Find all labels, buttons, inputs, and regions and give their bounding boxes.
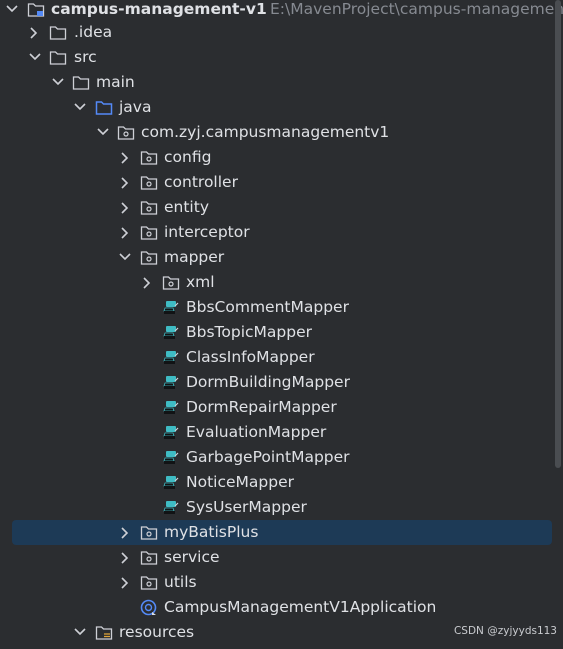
tree-label: GarbagePointMapper [186,448,350,466]
mybatis-mapper-icon [162,349,180,366]
tree-row-project-root[interactable]: campus-management-v1 E:\MavenProject\cam… [0,0,563,22]
tree-label: config [164,148,212,166]
tree-row-mapper-file[interactable]: GarbagePointMapper [0,445,563,470]
tree-row-main[interactable]: main [0,70,563,95]
tree-label: controller [164,173,238,191]
tree-label: xml [186,273,215,291]
tree-row-service[interactable]: service [0,545,563,570]
tree-row-mapper-file[interactable]: EvaluationMapper [0,420,563,445]
tree-row-mapper-file[interactable]: SysUserMapper [0,495,563,520]
package-icon [162,274,180,291]
tree-row-mybatisplus[interactable]: myBatisPlus [12,520,552,545]
tree-row-mapper-file[interactable]: BbsTopicMapper [0,320,563,345]
tree-row-mapper-file[interactable]: NoticeMapper [0,470,563,495]
chevron-down-icon[interactable] [117,245,133,270]
chevron-down-icon[interactable] [72,95,88,120]
tree-label: java [119,98,152,116]
watermark: CSDN @zyjyyds113 [453,625,557,637]
tree-label: BbsCommentMapper [186,298,349,316]
tree-row-mapper-file[interactable]: ClassInfoMapper [0,345,563,370]
tree-row-utils[interactable]: utils [0,570,563,595]
chevron-right-icon[interactable] [140,270,156,295]
tree-label: DormBuildingMapper [186,373,350,391]
tree-row-mapper-file[interactable]: DormBuildingMapper [0,370,563,395]
folder-icon [49,24,67,41]
project-tree: campus-management-v1 E:\MavenProject\cam… [0,0,563,643]
tree-row-java[interactable]: java [0,95,563,120]
module-folder-icon [27,1,45,18]
folder-icon [49,49,67,66]
tree-row-interceptor[interactable]: interceptor [0,220,563,245]
tree-row-application[interactable]: CampusManagementV1Application [0,595,563,620]
chevron-right-icon[interactable] [118,145,134,170]
tree-row-entity[interactable]: entity [0,195,563,220]
tree-label: mapper [164,248,225,266]
tree-row-mapper[interactable]: mapper [0,245,563,270]
tree-label: EvaluationMapper [186,423,327,441]
mybatis-mapper-icon [162,324,180,341]
tree-row-src[interactable]: src [0,45,563,70]
mybatis-mapper-icon [162,449,180,466]
mybatis-mapper-icon [162,399,180,416]
mybatis-mapper-icon [162,299,180,316]
package-icon [140,149,158,166]
project-path: E:\MavenProject\campus-managemen [270,0,563,18]
tree-label: src [74,48,97,66]
mybatis-mapper-icon [162,424,180,441]
chevron-right-icon[interactable] [118,545,134,570]
package-icon [140,224,158,241]
chevron-right-icon[interactable] [118,195,134,220]
package-icon [140,174,158,191]
tree-label: main [96,73,135,91]
chevron-right-icon[interactable] [118,570,134,595]
tree-label: interceptor [164,223,250,241]
vertical-scrollbar[interactable] [555,0,561,468]
resources-folder-icon [95,624,113,641]
tree-row-config[interactable]: config [0,145,563,170]
chevron-right-icon[interactable] [118,170,134,195]
tree-label: service [164,548,220,566]
package-icon [140,549,158,566]
tree-label: NoticeMapper [186,473,294,491]
tree-label: myBatisPlus [164,523,259,541]
chevron-down-icon[interactable] [72,620,88,645]
folder-icon [72,74,90,91]
tree-label: SysUserMapper [186,498,307,516]
project-name: campus-management-v1 [51,0,267,18]
chevron-right-icon[interactable] [118,220,134,245]
tree-label: com.zyj.campusmanagementv1 [141,123,390,141]
tree-row-package[interactable]: com.zyj.campusmanagementv1 [0,120,563,145]
mybatis-mapper-icon [162,374,180,391]
tree-label: CampusManagementV1Application [164,598,437,616]
chevron-down-icon[interactable] [27,45,43,70]
tree-row-mapper-file[interactable]: BbsCommentMapper [0,295,563,320]
tree-row-xml[interactable]: xml [0,270,563,295]
package-icon [140,574,158,591]
chevron-down-icon[interactable] [4,0,20,22]
tree-row-mapper-file[interactable]: DormRepairMapper [0,395,563,420]
chevron-right-icon[interactable] [118,520,134,545]
tree-label: entity [164,198,209,216]
package-icon [117,124,135,141]
package-icon [140,199,158,216]
tree-label: DormRepairMapper [186,398,337,416]
tree-label: BbsTopicMapper [186,323,312,341]
mybatis-mapper-icon [162,499,180,516]
tree-row-idea[interactable]: .idea [0,20,563,45]
chevron-right-icon[interactable] [27,20,43,45]
source-folder-icon [95,99,113,116]
tree-label: ClassInfoMapper [186,348,315,366]
package-icon [140,249,158,266]
tree-label: utils [164,573,197,591]
spring-boot-class-icon [140,599,158,616]
chevron-down-icon[interactable] [95,120,111,145]
mybatis-mapper-icon [162,474,180,491]
tree-label: .idea [74,23,113,41]
package-icon [140,524,158,541]
tree-row-controller[interactable]: controller [0,170,563,195]
tree-label: resources [119,623,195,641]
chevron-down-icon[interactable] [50,70,66,95]
